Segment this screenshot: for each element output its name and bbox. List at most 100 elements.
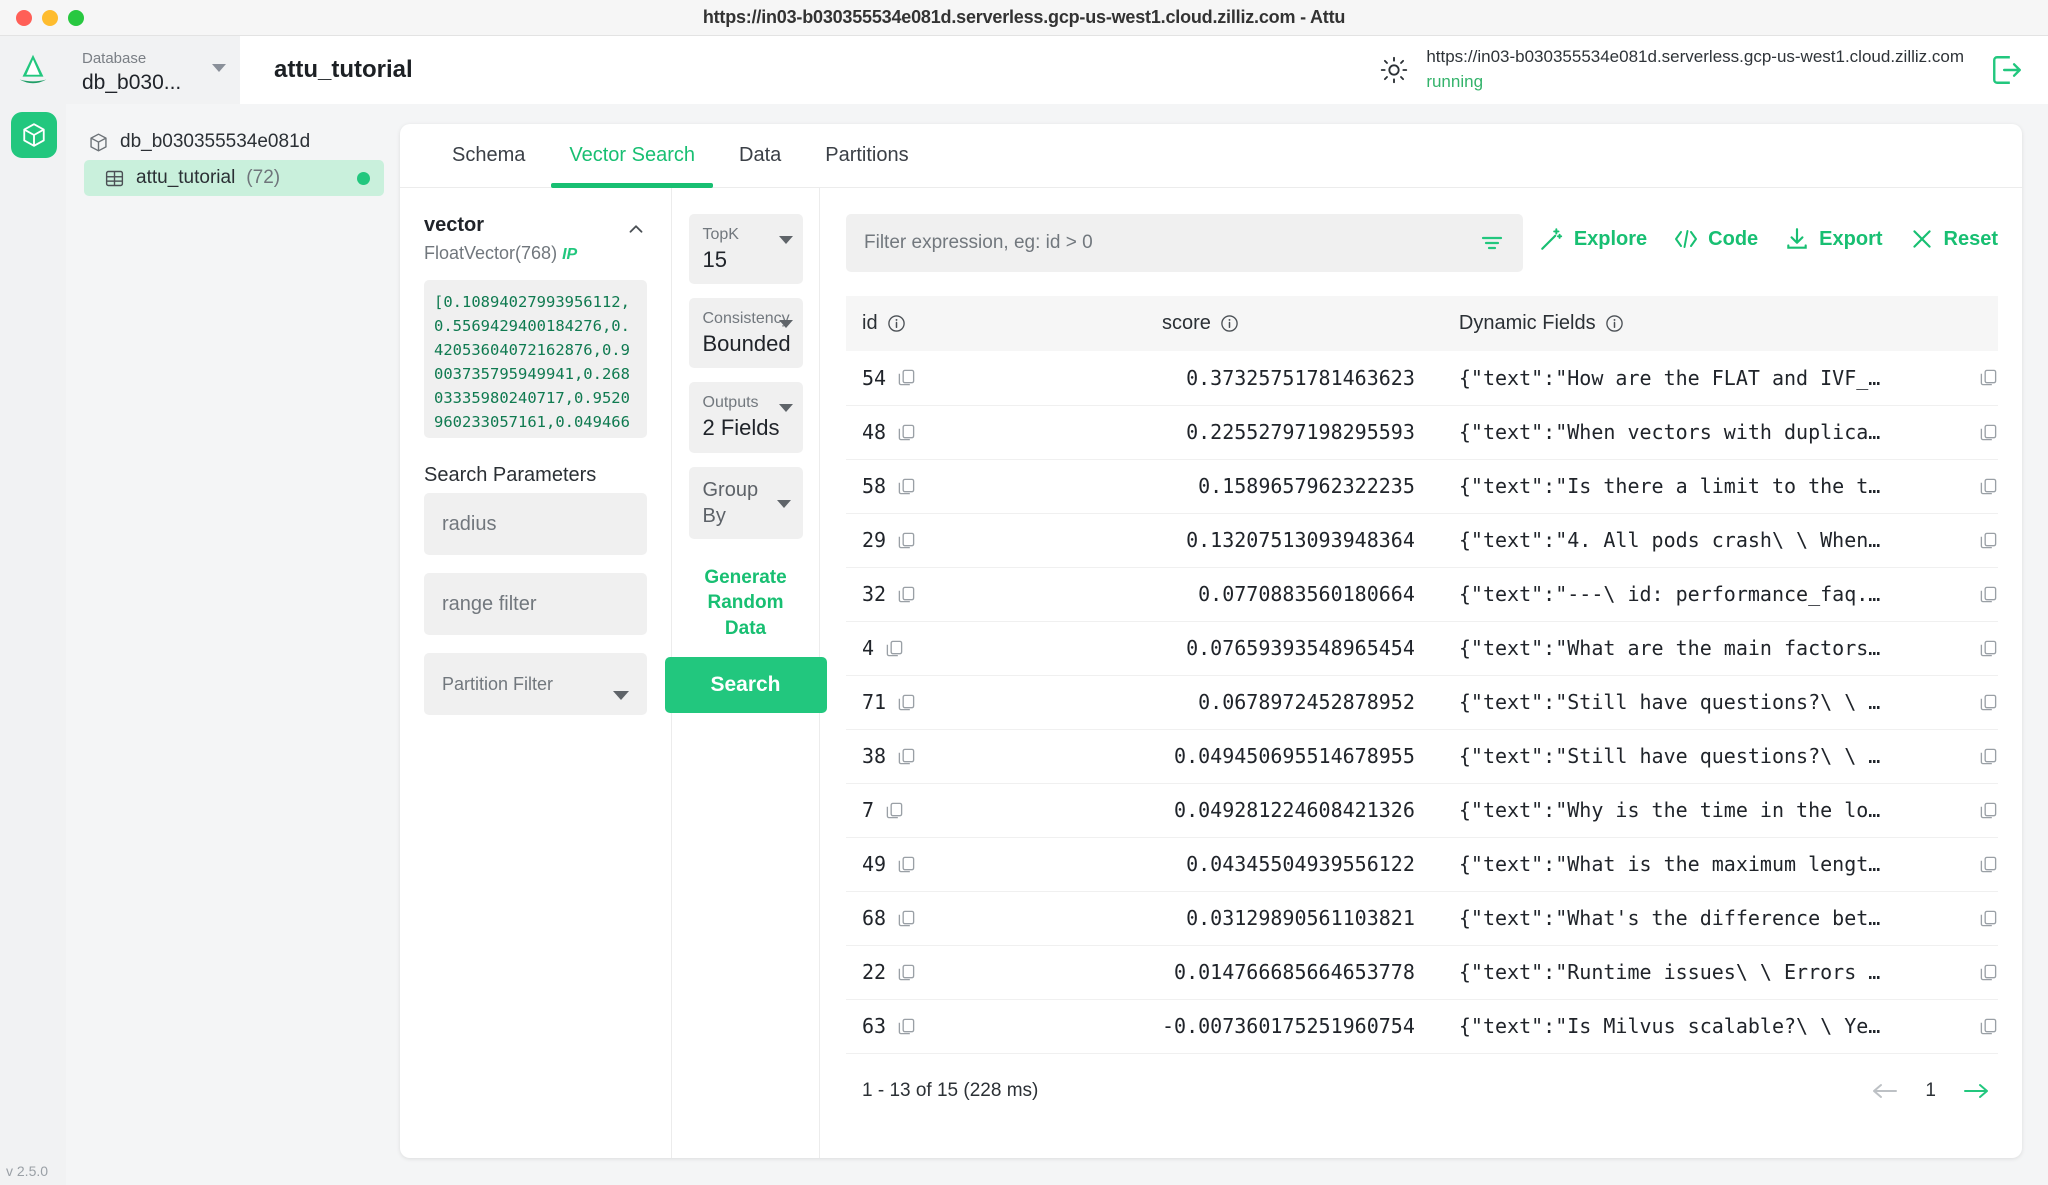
- pagination-bar: 1 - 13 of 15 (228 ms) 1: [846, 1054, 1998, 1102]
- copy-dynamic-icon[interactable]: [1979, 693, 1998, 712]
- copy-dynamic-icon[interactable]: [1979, 368, 1998, 387]
- cell-id: 58: [846, 459, 1146, 513]
- table-row[interactable]: 680.03129890561103821{"text":"What's the…: [846, 891, 1998, 945]
- database-selector-value: db_b030...: [82, 69, 224, 97]
- consistency-label: Consistency: [703, 308, 791, 330]
- tab-partitions[interactable]: Partitions: [803, 124, 930, 188]
- copy-id-icon[interactable]: [885, 639, 904, 658]
- cell-score: 0.03129890561103821: [1146, 891, 1443, 945]
- explore-button[interactable]: Explore: [1539, 226, 1647, 252]
- column-header-id-label: id: [862, 312, 878, 335]
- cell-score: 0.22552797198295593: [1146, 405, 1443, 459]
- window-title: https://in03-b030355534e081d.serverless.…: [0, 7, 2048, 28]
- info-icon[interactable]: [1605, 314, 1624, 333]
- copy-id-icon[interactable]: [897, 693, 916, 712]
- reset-button[interactable]: Reset: [1909, 226, 1998, 252]
- cell-score: 0.014766685664653778: [1146, 945, 1443, 999]
- table-row[interactable]: 70.049281224608421326{"text":"Why is the…: [846, 783, 1998, 837]
- tree-item-database[interactable]: db_b030355534e081d: [66, 124, 400, 160]
- chevron-down-icon[interactable]: [212, 64, 226, 72]
- copy-dynamic-icon[interactable]: [1979, 423, 1998, 442]
- vector-field-type: FloatVector(768) IP: [424, 243, 625, 264]
- column-header-id[interactable]: id: [846, 296, 1146, 351]
- tree-item-collection-attu-tutorial[interactable]: attu_tutorial (72): [84, 160, 384, 196]
- tree-item-database-label: db_b030355534e081d: [120, 131, 310, 153]
- table-row[interactable]: 710.0678972452878952{"text":"Still have …: [846, 675, 1998, 729]
- results-actions: Explore Code: [1539, 214, 1998, 252]
- next-page-button[interactable]: [1960, 1080, 1992, 1102]
- table-row[interactable]: 540.37325751781463623{"text":"How are th…: [846, 351, 1998, 405]
- download-icon: [1784, 226, 1810, 252]
- table-row[interactable]: 63-0.007360175251960754{"text":"Is Milvu…: [846, 999, 1998, 1053]
- previous-page-button[interactable]: [1869, 1080, 1901, 1102]
- copy-id-icon[interactable]: [897, 477, 916, 496]
- sun-icon[interactable]: [1380, 56, 1408, 84]
- copy-dynamic-icon[interactable]: [1979, 963, 1998, 982]
- table-row[interactable]: 290.13207513093948364{"text":"4. All pod…: [846, 513, 1998, 567]
- generate-random-data-button[interactable]: Generate Random Data: [686, 565, 806, 642]
- pagination-info: 1 - 13 of 15 (228 ms): [862, 1080, 1038, 1102]
- copy-dynamic-icon[interactable]: [1979, 585, 1998, 604]
- copy-dynamic-icon[interactable]: [1979, 801, 1998, 820]
- logout-icon[interactable]: [1990, 53, 2024, 87]
- rail-item-collections[interactable]: [11, 112, 57, 158]
- copy-dynamic-icon[interactable]: [1979, 1017, 1998, 1036]
- table-row[interactable]: 320.0770883560180664{"text":"---\ id: pe…: [846, 567, 1998, 621]
- copy-id-icon[interactable]: [897, 909, 916, 928]
- outputs-select[interactable]: Outputs 2 Fields: [689, 382, 803, 452]
- search-button[interactable]: Search: [665, 657, 827, 713]
- table-row[interactable]: 220.014766685664653778{"text":"Runtime i…: [846, 945, 1998, 999]
- tab-data[interactable]: Data: [717, 124, 803, 188]
- copy-dynamic-icon[interactable]: [1979, 909, 1998, 928]
- tab-schema[interactable]: Schema: [430, 124, 547, 188]
- group-by-select[interactable]: Group By: [689, 467, 803, 539]
- copy-id-icon[interactable]: [897, 585, 916, 604]
- copy-dynamic-icon[interactable]: [1979, 531, 1998, 550]
- copy-id-icon[interactable]: [897, 531, 916, 550]
- copy-id-icon[interactable]: [897, 423, 916, 442]
- copy-id-icon[interactable]: [897, 1017, 916, 1036]
- filter-icon[interactable]: [1479, 234, 1505, 252]
- table-row[interactable]: 490.04345504939556122{"text":"What is th…: [846, 837, 1998, 891]
- info-icon[interactable]: [1220, 314, 1239, 333]
- vector-value-input[interactable]: [0.10894027993956112,0.5569429400184276,…: [424, 280, 647, 438]
- code-button[interactable]: Code: [1673, 228, 1758, 251]
- range-filter-input[interactable]: range filter: [424, 573, 647, 635]
- export-button[interactable]: Export: [1784, 226, 1882, 252]
- table-header-row: id score: [846, 296, 1998, 351]
- info-icon[interactable]: [887, 314, 906, 333]
- partition-filter-select[interactable]: Partition Filter: [424, 653, 647, 715]
- consistency-select[interactable]: Consistency Bounded: [689, 298, 803, 368]
- database-selector[interactable]: Database db_b030...: [66, 36, 240, 104]
- table-row[interactable]: 380.049450695514678955{"text":"Still hav…: [846, 729, 1998, 783]
- cell-dynamic-fields-value: {"text":"Why is the time in the lo…: [1459, 798, 1880, 822]
- copy-dynamic-icon[interactable]: [1979, 639, 1998, 658]
- connection-url: https://in03-b030355534e081d.serverless.…: [1426, 45, 1964, 70]
- chevron-down-icon: [779, 404, 793, 412]
- filter-expression-input[interactable]: Filter expression, eg: id > 0: [846, 214, 1523, 272]
- radius-input[interactable]: radius: [424, 493, 647, 555]
- cell-score: 0.37325751781463623: [1146, 351, 1443, 405]
- column-header-dynamic-fields[interactable]: Dynamic Fields: [1443, 296, 1998, 351]
- connection-info: https://in03-b030355534e081d.serverless.…: [1426, 45, 1964, 94]
- copy-dynamic-icon[interactable]: [1979, 855, 1998, 874]
- copy-id-icon[interactable]: [897, 368, 916, 387]
- copy-id-icon[interactable]: [897, 855, 916, 874]
- cell-dynamic-fields: {"text":"How are the FLAT and IVF_…: [1443, 351, 1998, 405]
- copy-id-icon[interactable]: [885, 801, 904, 820]
- copy-id-icon[interactable]: [897, 747, 916, 766]
- table-row[interactable]: 580.1589657962322235{"text":"Is there a …: [846, 459, 1998, 513]
- vector-field-name: vector: [424, 214, 625, 237]
- copy-dynamic-icon[interactable]: [1979, 747, 1998, 766]
- vector-metric-badge: IP: [562, 246, 577, 263]
- table-row[interactable]: 480.22552797198295593{"text":"When vecto…: [846, 405, 1998, 459]
- column-header-score[interactable]: score: [1146, 296, 1443, 351]
- results-toolbar: Filter expression, eg: id > 0: [846, 214, 1998, 272]
- tab-vector-search[interactable]: Vector Search: [547, 124, 717, 188]
- chevron-up-icon[interactable]: [625, 218, 647, 240]
- copy-dynamic-icon[interactable]: [1979, 477, 1998, 496]
- copy-id-icon[interactable]: [897, 963, 916, 982]
- table-row[interactable]: 40.07659393548965454{"text":"What are th…: [846, 621, 1998, 675]
- topk-select[interactable]: TopK 15: [689, 214, 803, 284]
- pagination-controls: 1: [1869, 1080, 1992, 1102]
